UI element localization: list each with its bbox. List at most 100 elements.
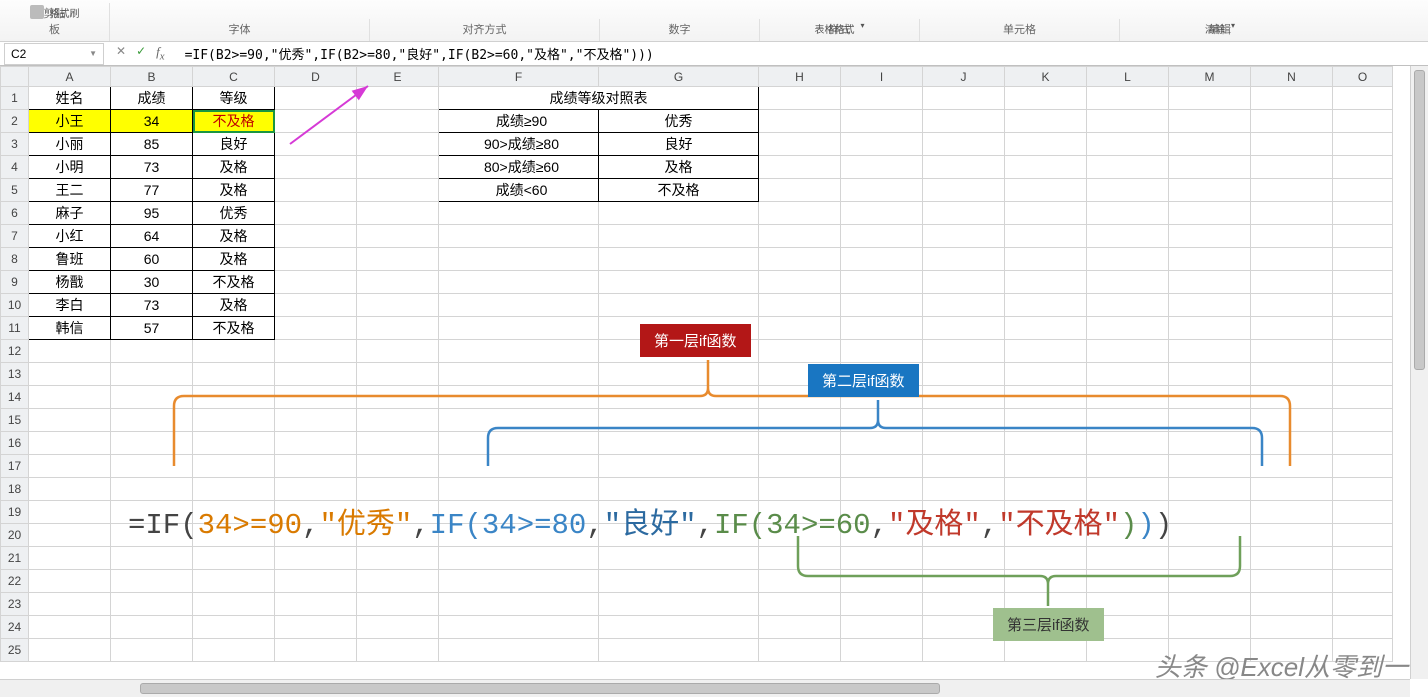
cell-L12[interactable] — [1087, 340, 1169, 363]
cell-O7[interactable] — [1333, 225, 1393, 248]
cell-K11[interactable] — [1005, 317, 1087, 340]
clear-label[interactable]: 清除 — [1205, 21, 1225, 36]
cell-J9[interactable] — [923, 271, 1005, 294]
cell-O10[interactable] — [1333, 294, 1393, 317]
cell-M19[interactable] — [1169, 501, 1251, 524]
cell-E13[interactable] — [357, 363, 439, 386]
cell-O2[interactable] — [1333, 110, 1393, 133]
cell-G7[interactable] — [599, 225, 759, 248]
cell-B18[interactable] — [111, 478, 193, 501]
cell-G13[interactable] — [599, 363, 759, 386]
cell-K1[interactable] — [1005, 87, 1087, 110]
cell-N21[interactable] — [1251, 547, 1333, 570]
cell-D14[interactable] — [275, 386, 357, 409]
cell-C1[interactable]: 等级 — [193, 87, 275, 110]
cell-E11[interactable] — [357, 317, 439, 340]
cell-I23[interactable] — [841, 593, 923, 616]
chevron-down-icon[interactable]: ▼ — [89, 49, 97, 58]
cell-C7[interactable]: 及格 — [193, 225, 275, 248]
cell-M23[interactable] — [1169, 593, 1251, 616]
cell-I10[interactable] — [841, 294, 923, 317]
cell-G8[interactable] — [599, 248, 759, 271]
cell-I16[interactable] — [841, 432, 923, 455]
cell-E18[interactable] — [357, 478, 439, 501]
cell-E16[interactable] — [357, 432, 439, 455]
cell-I18[interactable] — [841, 478, 923, 501]
cell-N22[interactable] — [1251, 570, 1333, 593]
cell-E5[interactable] — [357, 179, 439, 202]
cell-I5[interactable] — [841, 179, 923, 202]
formula-input[interactable]: =IF(B2>=90,"优秀",IF(B2>=80,"良好",IF(B2>=60… — [177, 44, 1428, 63]
cell-B8[interactable]: 60 — [111, 248, 193, 271]
cell-J15[interactable] — [923, 409, 1005, 432]
cell-C10[interactable]: 及格 — [193, 294, 275, 317]
cell-L15[interactable] — [1087, 409, 1169, 432]
cell-O12[interactable] — [1333, 340, 1393, 363]
cell-A19[interactable] — [29, 501, 111, 524]
cell-F24[interactable] — [439, 616, 599, 639]
cell-G9[interactable] — [599, 271, 759, 294]
cell-K17[interactable] — [1005, 455, 1087, 478]
cell-K3[interactable] — [1005, 133, 1087, 156]
cell-F22[interactable] — [439, 570, 599, 593]
cell-H2[interactable] — [759, 110, 841, 133]
cell-E23[interactable] — [357, 593, 439, 616]
accept-formula-icon[interactable]: ✓ — [136, 44, 146, 63]
cell-J13[interactable] — [923, 363, 1005, 386]
cell-D9[interactable] — [275, 271, 357, 294]
cell-E12[interactable] — [357, 340, 439, 363]
cell-E20[interactable] — [357, 524, 439, 547]
table-format-label[interactable]: 表格格式 — [814, 21, 854, 36]
format-painter-icon[interactable] — [30, 5, 44, 19]
cell-D8[interactable] — [275, 248, 357, 271]
cell-A21[interactable] — [29, 547, 111, 570]
cell-A1[interactable]: 姓名 — [29, 87, 111, 110]
cell-F10[interactable] — [439, 294, 599, 317]
cell-N8[interactable] — [1251, 248, 1333, 271]
cell-A23[interactable] — [29, 593, 111, 616]
cell-M2[interactable] — [1169, 110, 1251, 133]
cell-D21[interactable] — [275, 547, 357, 570]
row-header-18[interactable]: 18 — [1, 478, 29, 501]
cell-L3[interactable] — [1087, 133, 1169, 156]
cell-J12[interactable] — [923, 340, 1005, 363]
cell-L11[interactable] — [1087, 317, 1169, 340]
cell-O1[interactable] — [1333, 87, 1393, 110]
row-header-25[interactable]: 25 — [1, 639, 29, 662]
cell-G21[interactable] — [599, 547, 759, 570]
cell-H6[interactable] — [759, 202, 841, 225]
row-header-1[interactable]: 1 — [1, 87, 29, 110]
cell-B4[interactable]: 73 — [111, 156, 193, 179]
cell-M6[interactable] — [1169, 202, 1251, 225]
cell-D13[interactable] — [275, 363, 357, 386]
cell-L13[interactable] — [1087, 363, 1169, 386]
cell-N9[interactable] — [1251, 271, 1333, 294]
row-header-16[interactable]: 16 — [1, 432, 29, 455]
cell-L21[interactable] — [1087, 547, 1169, 570]
cell-O25[interactable] — [1333, 639, 1393, 662]
cell-N2[interactable] — [1251, 110, 1333, 133]
cell-G5[interactable]: 不及格 — [599, 179, 759, 202]
cell-M7[interactable] — [1169, 225, 1251, 248]
cell-C14[interactable] — [193, 386, 275, 409]
row-header-14[interactable]: 14 — [1, 386, 29, 409]
cell-K5[interactable] — [1005, 179, 1087, 202]
cell-C4[interactable]: 及格 — [193, 156, 275, 179]
col-header-M[interactable]: M — [1169, 67, 1251, 87]
cell-M9[interactable] — [1169, 271, 1251, 294]
cell-I15[interactable] — [841, 409, 923, 432]
cell-A20[interactable] — [29, 524, 111, 547]
row-header-9[interactable]: 9 — [1, 271, 29, 294]
cell-F20[interactable] — [439, 524, 599, 547]
cell-C18[interactable] — [193, 478, 275, 501]
cell-G15[interactable] — [599, 409, 759, 432]
cell-B15[interactable] — [111, 409, 193, 432]
cell-F21[interactable] — [439, 547, 599, 570]
cell-C16[interactable] — [193, 432, 275, 455]
cell-K10[interactable] — [1005, 294, 1087, 317]
cell-A24[interactable] — [29, 616, 111, 639]
cell-J6[interactable] — [923, 202, 1005, 225]
row-header-13[interactable]: 13 — [1, 363, 29, 386]
cell-A17[interactable] — [29, 455, 111, 478]
cell-O6[interactable] — [1333, 202, 1393, 225]
